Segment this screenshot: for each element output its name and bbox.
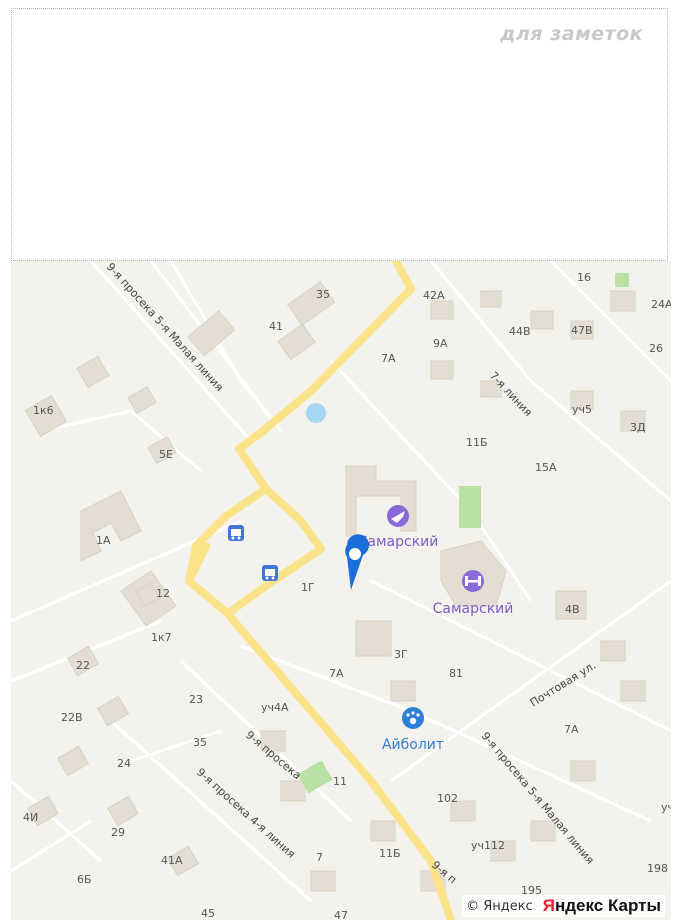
street-label: 9-я просека 4-я линия xyxy=(194,766,298,861)
building-label: 11Б xyxy=(379,847,401,860)
building-label: 47 xyxy=(334,909,348,920)
building-label: 4И xyxy=(23,811,38,824)
building-label: 35 xyxy=(193,736,207,749)
yandex-maps-logo[interactable]: Яндекс Карты xyxy=(543,896,661,916)
poi-label: Айболит xyxy=(382,737,444,753)
building-label: 1к7 xyxy=(151,631,172,644)
building-label: 26 xyxy=(649,342,663,355)
map-attribution[interactable]: © Яндекс Яндекс Карты xyxy=(462,895,665,917)
building-label: 5Е xyxy=(159,448,173,461)
building-label: 24 xyxy=(117,757,131,770)
street-label: Почтовая ул. xyxy=(528,659,599,710)
building-label: 45 xyxy=(201,907,215,920)
building-label: 41 xyxy=(269,320,283,333)
building-label: 1Г xyxy=(301,581,315,594)
building-label: 198 xyxy=(647,862,668,875)
building-label: 29 xyxy=(111,826,125,839)
building-label: 22 xyxy=(76,659,90,672)
building-label: 7A xyxy=(329,667,344,680)
building-label: уч5 xyxy=(572,403,592,416)
building-label: 22B xyxy=(61,711,83,724)
building-label: 81 xyxy=(449,667,463,680)
poi-label: Самарский xyxy=(358,534,439,550)
building-label: 42A xyxy=(423,289,445,302)
copyright-text[interactable]: © Яндекс xyxy=(466,899,533,914)
brand-rest: ндекс Карты xyxy=(554,896,661,915)
notes-area[interactable]: для заметок xyxy=(11,8,668,261)
building-label: уч4A xyxy=(261,701,289,714)
building-label: 9A xyxy=(433,337,448,350)
building-label: 23 xyxy=(189,693,203,706)
building-label: 44B xyxy=(509,325,531,338)
building-label: 24A xyxy=(651,298,671,311)
poi-label: Самарский xyxy=(433,601,514,617)
notes-label: для заметок xyxy=(500,23,643,45)
map-canvas[interactable]: 9-я просека 5-я Малая линия 7-я линия 9-… xyxy=(11,261,671,920)
map-view[interactable]: 9-я просека 5-я Малая линия 7-я линия 9-… xyxy=(11,261,671,920)
building-label: 12 xyxy=(156,587,170,600)
building-label: 1A xyxy=(96,534,111,547)
building-label: 4B xyxy=(565,603,580,616)
building-label: 3Д xyxy=(630,421,646,434)
poi-aybolit-vet[interactable]: Айболит xyxy=(382,707,444,753)
building-label: 35 xyxy=(316,288,330,301)
bus-stop-icon[interactable] xyxy=(228,525,244,541)
building-label: 7A xyxy=(381,352,396,365)
building-label: 7 xyxy=(316,851,323,864)
bus-stop-icon[interactable] xyxy=(262,565,278,581)
building-label: уч xyxy=(661,801,671,814)
building-label: 11 xyxy=(333,775,347,788)
building-label: 7A xyxy=(564,723,579,736)
poi-samarsky-airport[interactable]: Самарский xyxy=(358,505,439,550)
building-label: 47B xyxy=(571,324,593,337)
building-label: 15A xyxy=(535,461,557,474)
building-label: 6Б xyxy=(77,873,92,886)
building-label: 41A xyxy=(161,854,183,867)
pond xyxy=(306,403,326,423)
location-marker-icon[interactable] xyxy=(345,534,369,590)
building-label: 3Г xyxy=(394,648,408,661)
building-label: 1к6 xyxy=(33,404,54,417)
building-label: уч112 xyxy=(471,839,505,852)
brand-first-letter: Я xyxy=(542,896,555,915)
building-label: 102 xyxy=(437,792,458,805)
building-label: 11Б xyxy=(466,436,488,449)
building-label: 16 xyxy=(577,271,591,284)
buildings xyxy=(24,281,646,892)
